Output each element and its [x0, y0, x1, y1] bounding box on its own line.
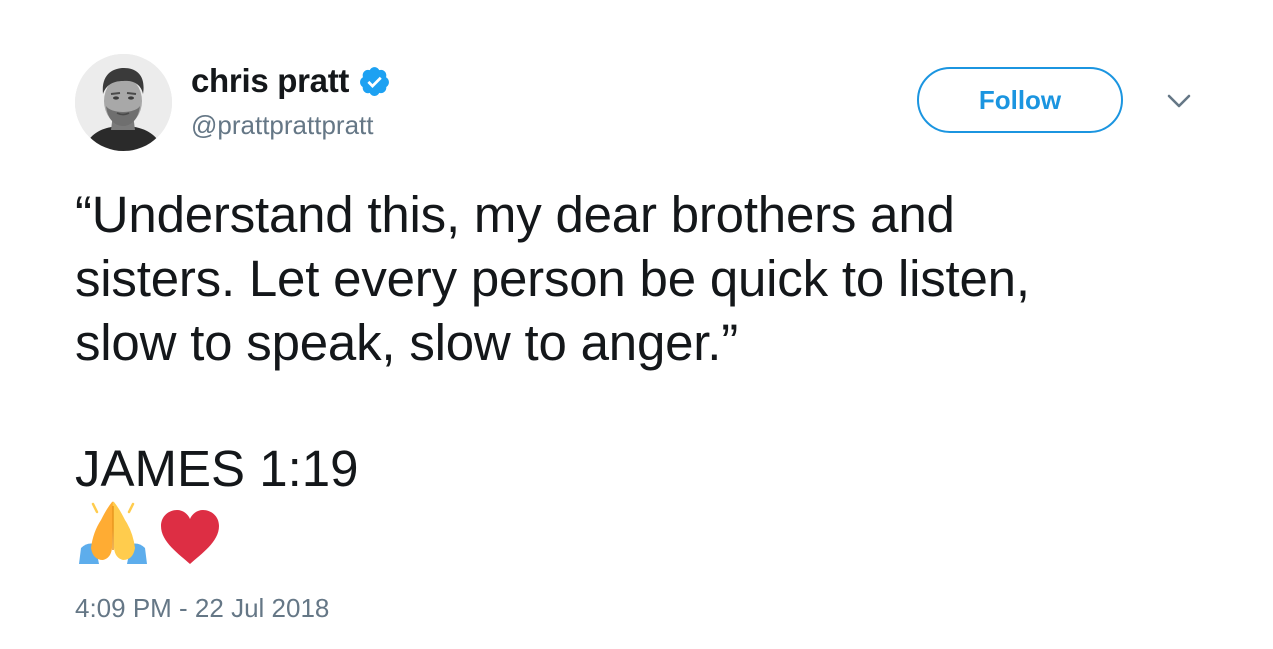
tweet-text: “Understand this, my dear brothers and s… [75, 183, 1215, 375]
folded-hands-icon [77, 498, 149, 566]
verified-badge-icon [358, 65, 391, 98]
tweet-text-line: sisters. Let every person be quick to li… [75, 250, 1030, 307]
author-name-row[interactable]: chris pratt [191, 60, 391, 102]
chevron-down-icon[interactable] [1164, 88, 1194, 114]
author-avatar[interactable] [75, 54, 172, 151]
tweet-card: chris pratt @prattprattpratt Follow “Und… [0, 0, 1273, 649]
author-display-name: chris pratt [191, 62, 350, 99]
tweet-text-line: slow to speak, slow to anger.” [75, 314, 739, 371]
avatar-photo [75, 54, 172, 151]
verse-reference: JAMES 1:19 [75, 440, 359, 497]
emoji-row [77, 498, 221, 566]
red-heart-icon [159, 508, 221, 566]
tweet-timestamp[interactable]: 4:09 PM - 22 Jul 2018 [75, 593, 329, 624]
author-handle[interactable]: @prattprattpratt [191, 110, 373, 141]
follow-button[interactable]: Follow [917, 67, 1123, 133]
tweet-text-line: “Understand this, my dear brothers and [75, 186, 955, 243]
